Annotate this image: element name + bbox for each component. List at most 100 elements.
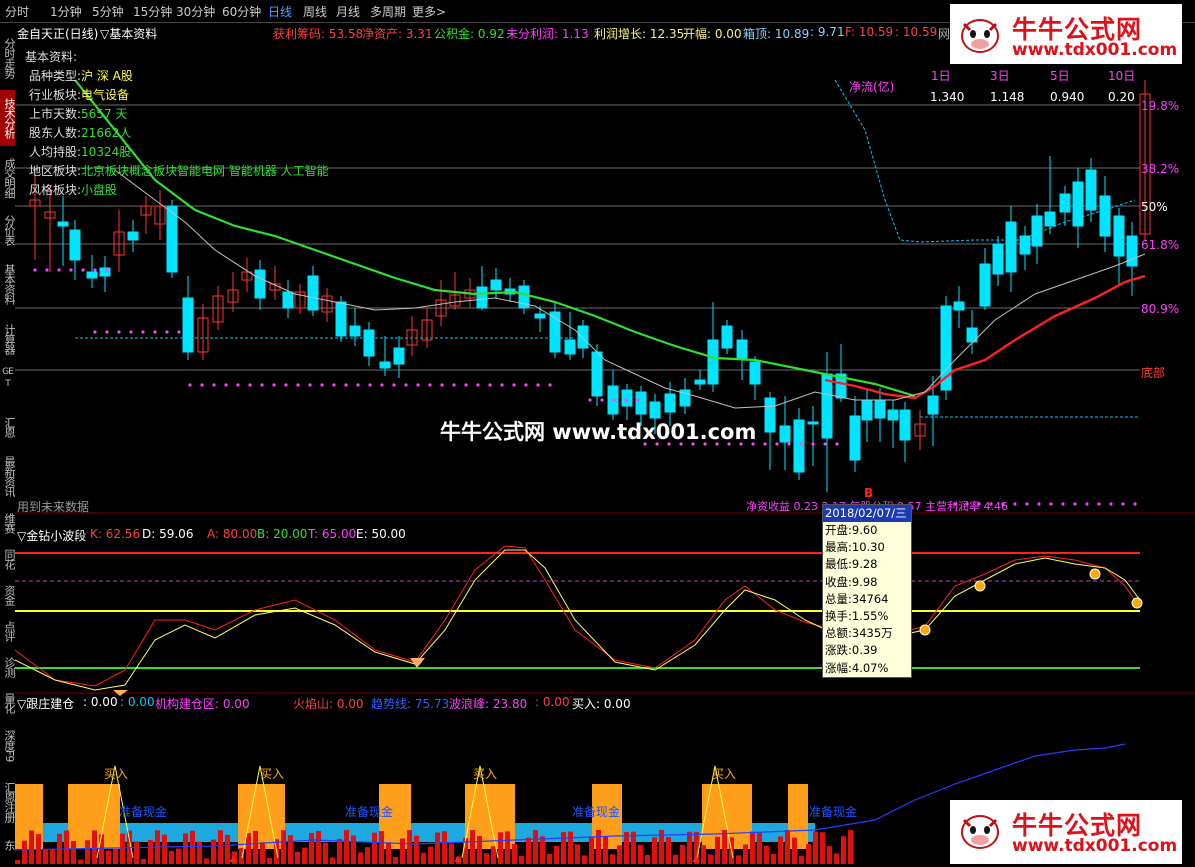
signal-dot — [624, 398, 628, 402]
candle-body — [1085, 169, 1097, 211]
volume-bar — [540, 836, 545, 864]
candle-body — [721, 325, 733, 349]
tab-weekly[interactable]: 周线 — [303, 3, 327, 20]
wave-indicator-title[interactable]: ▽金钻小波段 — [17, 527, 86, 544]
signal-dot — [1037, 502, 1041, 506]
volume-bar — [827, 846, 832, 864]
tab-monthly[interactable]: 月线 — [336, 3, 360, 20]
sidebar-item-intraday[interactable]: 分时走势 — [0, 30, 16, 86]
tab-5min[interactable]: 5分钟 — [92, 3, 124, 20]
sidebar-item-diagnose[interactable]: 诊测 — [0, 652, 16, 682]
sidebar-item-calculator[interactable]: 计算器 — [0, 318, 16, 360]
tab-30min[interactable]: 30分钟 — [176, 3, 215, 20]
flow-header: 3日 — [990, 69, 1010, 83]
fib-label: 80.9% — [1141, 302, 1180, 316]
wave-lines — [14, 545, 1143, 696]
signal-dot — [45, 268, 49, 272]
tab-fenshi[interactable]: 分时 — [5, 3, 29, 20]
candle-body — [664, 393, 676, 413]
volume-bar — [99, 834, 104, 864]
tab-multi-period[interactable]: 多周期 — [370, 3, 406, 20]
signal-dot — [236, 383, 240, 387]
volume-bar — [78, 859, 83, 864]
acc-v3: 机构建仓区: 0.00 — [155, 697, 250, 711]
volume-bar — [631, 831, 636, 864]
signal-dot — [1025, 502, 1029, 506]
volume-bar — [778, 836, 783, 864]
sidebar-item-get[interactable]: GET — [0, 366, 15, 406]
sidebar-item-comment[interactable]: 点评 — [0, 616, 16, 646]
volume-bar — [512, 843, 517, 864]
sidebar-item-basic-info[interactable]: 基本资料 — [0, 256, 16, 312]
wave-k: K: 62.56 — [90, 527, 141, 541]
candle-body — [927, 395, 939, 415]
signal-dot — [1073, 502, 1077, 506]
volume-bar — [358, 852, 363, 864]
tab-more[interactable]: 更多> — [412, 3, 446, 20]
signal-dot — [811, 442, 815, 446]
sidebar-item-weisai[interactable]: 维赛 — [0, 508, 16, 538]
fib-label: 61.8% — [1141, 238, 1180, 252]
volume-bar — [701, 845, 706, 864]
signal-dot — [356, 383, 360, 387]
signal-dot — [588, 398, 592, 402]
sidebar-item-funds[interactable]: 资金 — [0, 580, 16, 610]
tooltip-row: 涨幅:4.07% — [825, 660, 889, 675]
volume-bar — [351, 835, 356, 864]
volume-bar — [92, 830, 97, 864]
basic-row: 风格板块:小盘股 — [29, 183, 118, 197]
volume-bar — [806, 844, 811, 864]
cow-icon — [961, 19, 999, 53]
volume-bar — [288, 835, 293, 864]
tab-daily[interactable]: 日线 — [268, 3, 292, 20]
signal-dot — [476, 383, 480, 387]
tab-1min[interactable]: 1分钟 — [50, 3, 82, 20]
sidebar-item-news[interactable]: 最新资讯 — [0, 448, 16, 504]
sidebar-item-f9[interactable]: 深度F9 — [0, 724, 16, 768]
volume-bar — [554, 845, 559, 864]
sidebar-item-ticks[interactable]: 成交明细 — [0, 150, 16, 206]
candle-body — [86, 271, 98, 279]
signal-dot — [368, 383, 372, 387]
volume-bar — [547, 853, 552, 864]
sidebar-item-register[interactable]: 汇恩注册 — [0, 774, 16, 830]
volume-bar — [183, 833, 188, 864]
volume-bar — [484, 853, 489, 864]
volume-bar — [491, 846, 496, 864]
basic-row: 行业板块:电气设备 — [29, 88, 130, 102]
volume-bar — [519, 855, 524, 864]
sidebar-item-tonghua[interactable]: 同花 — [0, 544, 16, 574]
tab-15min[interactable]: 15分钟 — [133, 3, 172, 20]
sidebar-item-price-table[interactable]: 分价表 — [0, 210, 16, 250]
signal-dot — [488, 383, 492, 387]
volume-bar — [792, 837, 797, 864]
wave-d: D: 59.06 — [142, 527, 194, 541]
signal-dot — [320, 383, 324, 387]
volume-bar — [267, 857, 272, 864]
volume-bar — [50, 849, 55, 864]
tab-60min[interactable]: 60分钟 — [222, 3, 261, 20]
accumulation-title[interactable]: ▽跟庄建仓 — [17, 695, 74, 712]
sidebar-item-east[interactable]: 东 — [0, 834, 16, 856]
volume-bar — [379, 831, 384, 864]
sidebar-item-technical[interactable]: 技术分析 — [0, 90, 16, 146]
cash-label: 准备现金 — [119, 805, 168, 819]
buy-label: 买入 — [104, 767, 129, 781]
signal-dot — [775, 442, 779, 446]
candle-body — [577, 325, 589, 349]
flow-header: 5日 — [1050, 69, 1070, 83]
basic-row: 股东人数:21662人 — [29, 126, 132, 140]
volume-bar — [134, 841, 139, 864]
sidebar-item-quant[interactable]: 量化 — [0, 688, 16, 718]
volume-bar — [176, 848, 181, 864]
sidebar-item-huien[interactable]: 汇恩 — [0, 412, 16, 442]
tooltip-row: 总量:34764 — [825, 591, 889, 606]
volume-bar — [162, 834, 167, 864]
signal-dot — [452, 383, 456, 387]
signal-dot — [272, 383, 276, 387]
signal-dot — [612, 398, 616, 402]
flow-header: 10日 — [1108, 69, 1136, 83]
volume-bar — [841, 836, 846, 864]
acc-v2: : 0.00 — [120, 695, 155, 709]
left-sidebar: 分时走势 技术分析 成交明细 分价表 基本资料 计算器 GET 汇恩 最新资讯 … — [0, 28, 16, 864]
